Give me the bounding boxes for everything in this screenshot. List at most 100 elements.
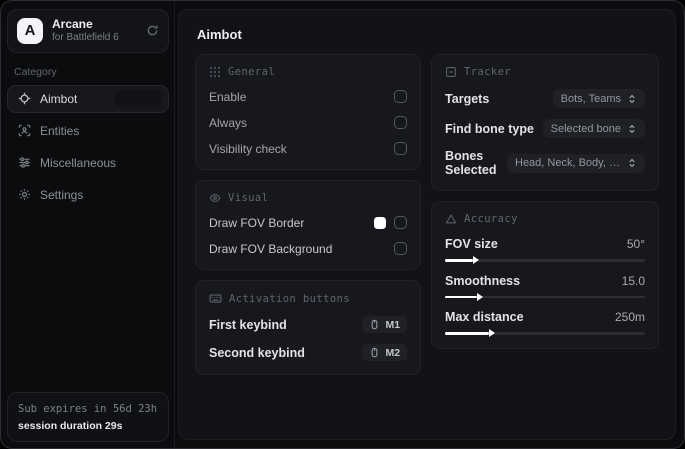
sidebar-item-label: Miscellaneous — [40, 155, 117, 170]
general-card: General Enable Always Visibility check — [195, 54, 422, 170]
find-bone-type-dropdown[interactable]: Selected bone — [542, 119, 645, 138]
main-panel: Aimbot General Enable Always Visibility … — [178, 9, 676, 440]
slider-value: 15.0 — [621, 273, 645, 288]
always-checkbox[interactable] — [394, 116, 408, 129]
fov-border-color-swatch[interactable] — [374, 216, 387, 229]
draw-fov-background-checkbox[interactable] — [394, 242, 408, 255]
dropdown-value: Bots, Teams — [560, 92, 621, 105]
sidebar-item-label: Settings — [40, 187, 84, 202]
bones-selected-dropdown[interactable]: Head, Neck, Body, Pe.. — [507, 153, 645, 173]
fov-size-slider[interactable] — [445, 259, 645, 262]
page-title: Aimbot — [197, 27, 242, 42]
keyboard-icon — [209, 292, 222, 305]
sidebar-item-aimbot[interactable]: Aimbot — [7, 84, 169, 113]
slider-value: 50° — [626, 237, 645, 251]
refresh-icon[interactable] — [146, 24, 159, 37]
second-keybind-button[interactable]: M2 — [362, 344, 408, 361]
row-label: Draw FOV Background — [209, 241, 333, 256]
setting-row-draw-fov-border: Draw FOV Border — [209, 215, 408, 230]
select-arrows-icon — [627, 94, 637, 104]
sidebar-nav: Aimbot Entities Miscellaneous Settings — [7, 84, 169, 209]
card-title: Visual — [228, 192, 269, 204]
gear-icon — [18, 188, 31, 201]
select-arrows-icon — [627, 124, 637, 134]
tracker-card-header: Tracker — [445, 66, 645, 78]
mouse-icon — [369, 347, 380, 358]
visual-card: Visual Draw FOV Border Draw FOV Backgrou… — [195, 180, 422, 270]
sidebar: A Arcane for Battlefield 6 Category Aimb… — [1, 1, 175, 448]
max-distance-slider[interactable] — [445, 332, 645, 335]
fov-size-slider-group: FOV size 50° — [445, 237, 645, 262]
grid-dots-icon — [209, 66, 221, 78]
first-keybind-button[interactable]: M1 — [362, 316, 408, 333]
app-name: Arcane — [52, 17, 93, 31]
crosshair-icon — [18, 92, 31, 105]
general-card-header: General — [209, 66, 407, 78]
slider-label: Smoothness — [445, 273, 521, 288]
visual-card-header: Visual — [209, 192, 407, 204]
app-subtitle: for Battlefield 6 — [52, 32, 119, 43]
row-label: Visibility check — [209, 141, 287, 156]
eye-icon — [209, 192, 221, 204]
slider-value: 250m — [614, 310, 645, 324]
tracker-card: Tracker Targets Bots, Teams Find bone ty… — [431, 54, 659, 191]
setting-row-find-bone-type: Find bone type Selected bone — [445, 119, 645, 138]
slider-fill[interactable] — [445, 295, 478, 298]
row-label: Targets — [445, 91, 490, 106]
row-label: Enable — [209, 89, 247, 104]
enable-checkbox[interactable] — [394, 90, 408, 103]
slider-label: Max distance — [445, 310, 524, 324]
card-title: Activation buttons — [229, 292, 350, 305]
setting-row-bones-selected: Bones Selected Head, Neck, Body, Pe.. — [445, 149, 645, 177]
slider-fill[interactable] — [445, 332, 490, 335]
row-label: First keybind — [209, 317, 287, 332]
entities-icon — [18, 124, 31, 137]
setting-row-draw-fov-background: Draw FOV Background — [209, 241, 408, 256]
setting-row-always: Always — [209, 115, 408, 130]
keybind-value: M1 — [385, 318, 401, 331]
left-column: General Enable Always Visibility check V… — [195, 54, 422, 375]
slider-fill[interactable] — [445, 259, 474, 262]
app-window: A Arcane for Battlefield 6 Category Aimb… — [0, 0, 685, 449]
setting-row-second-keybind: Second keybind M2 — [209, 344, 408, 361]
select-arrows-icon — [627, 158, 637, 168]
accuracy-card-header: Accuracy — [445, 213, 645, 225]
subscription-info: Sub expires in 56d 23h session duration … — [7, 392, 169, 442]
setting-row-targets: Targets Bots, Teams — [445, 89, 645, 108]
card-title: General — [228, 66, 276, 78]
row-label: Find bone type — [445, 121, 534, 136]
sidebar-item-entities[interactable]: Entities — [7, 117, 169, 145]
dropdown-value: Selected bone — [550, 122, 621, 135]
row-label: Draw FOV Border — [209, 215, 305, 230]
accuracy-card: Accuracy FOV size 50° Smoothness 15.0 Ma… — [431, 201, 659, 349]
triangle-icon — [445, 213, 457, 225]
app-meta: Arcane for Battlefield 6 — [52, 17, 137, 45]
right-column: Tracker Targets Bots, Teams Find bone ty… — [431, 54, 659, 349]
keybind-value: M2 — [385, 346, 401, 359]
setting-row-first-keybind: First keybind M1 — [209, 316, 408, 333]
dropdown-value: Head, Neck, Body, Pe.. — [515, 157, 621, 169]
slider-label: FOV size — [445, 237, 498, 251]
box-minus-icon — [445, 66, 457, 78]
visibility-check-checkbox[interactable] — [394, 142, 408, 155]
row-label: Second keybind — [209, 345, 305, 360]
app-logo: A — [17, 17, 43, 44]
mouse-icon — [369, 319, 380, 330]
smoothness-slider-group: Smoothness 15.0 — [445, 273, 645, 298]
sliders-icon — [18, 156, 31, 169]
targets-dropdown[interactable]: Bots, Teams — [552, 89, 645, 108]
sidebar-item-label: Entities — [40, 123, 80, 138]
sidebar-item-settings[interactable]: Settings — [7, 181, 169, 209]
smoothness-slider[interactable] — [445, 295, 645, 298]
sidebar-item-miscellaneous[interactable]: Miscellaneous — [7, 149, 169, 177]
setting-row-enable: Enable — [209, 89, 408, 104]
draw-fov-border-checkbox[interactable] — [394, 216, 408, 229]
card-title: Accuracy — [464, 213, 518, 225]
sidebar-item-label: Aimbot — [40, 91, 78, 106]
row-label: Always — [209, 115, 248, 130]
activation-card-header: Activation buttons — [209, 292, 407, 305]
card-title: Tracker — [464, 66, 512, 78]
faded-hint — [115, 90, 161, 107]
row-label: Bones Selected — [445, 149, 497, 177]
activation-card: Activation buttons First keybind M1 Seco… — [195, 280, 422, 375]
